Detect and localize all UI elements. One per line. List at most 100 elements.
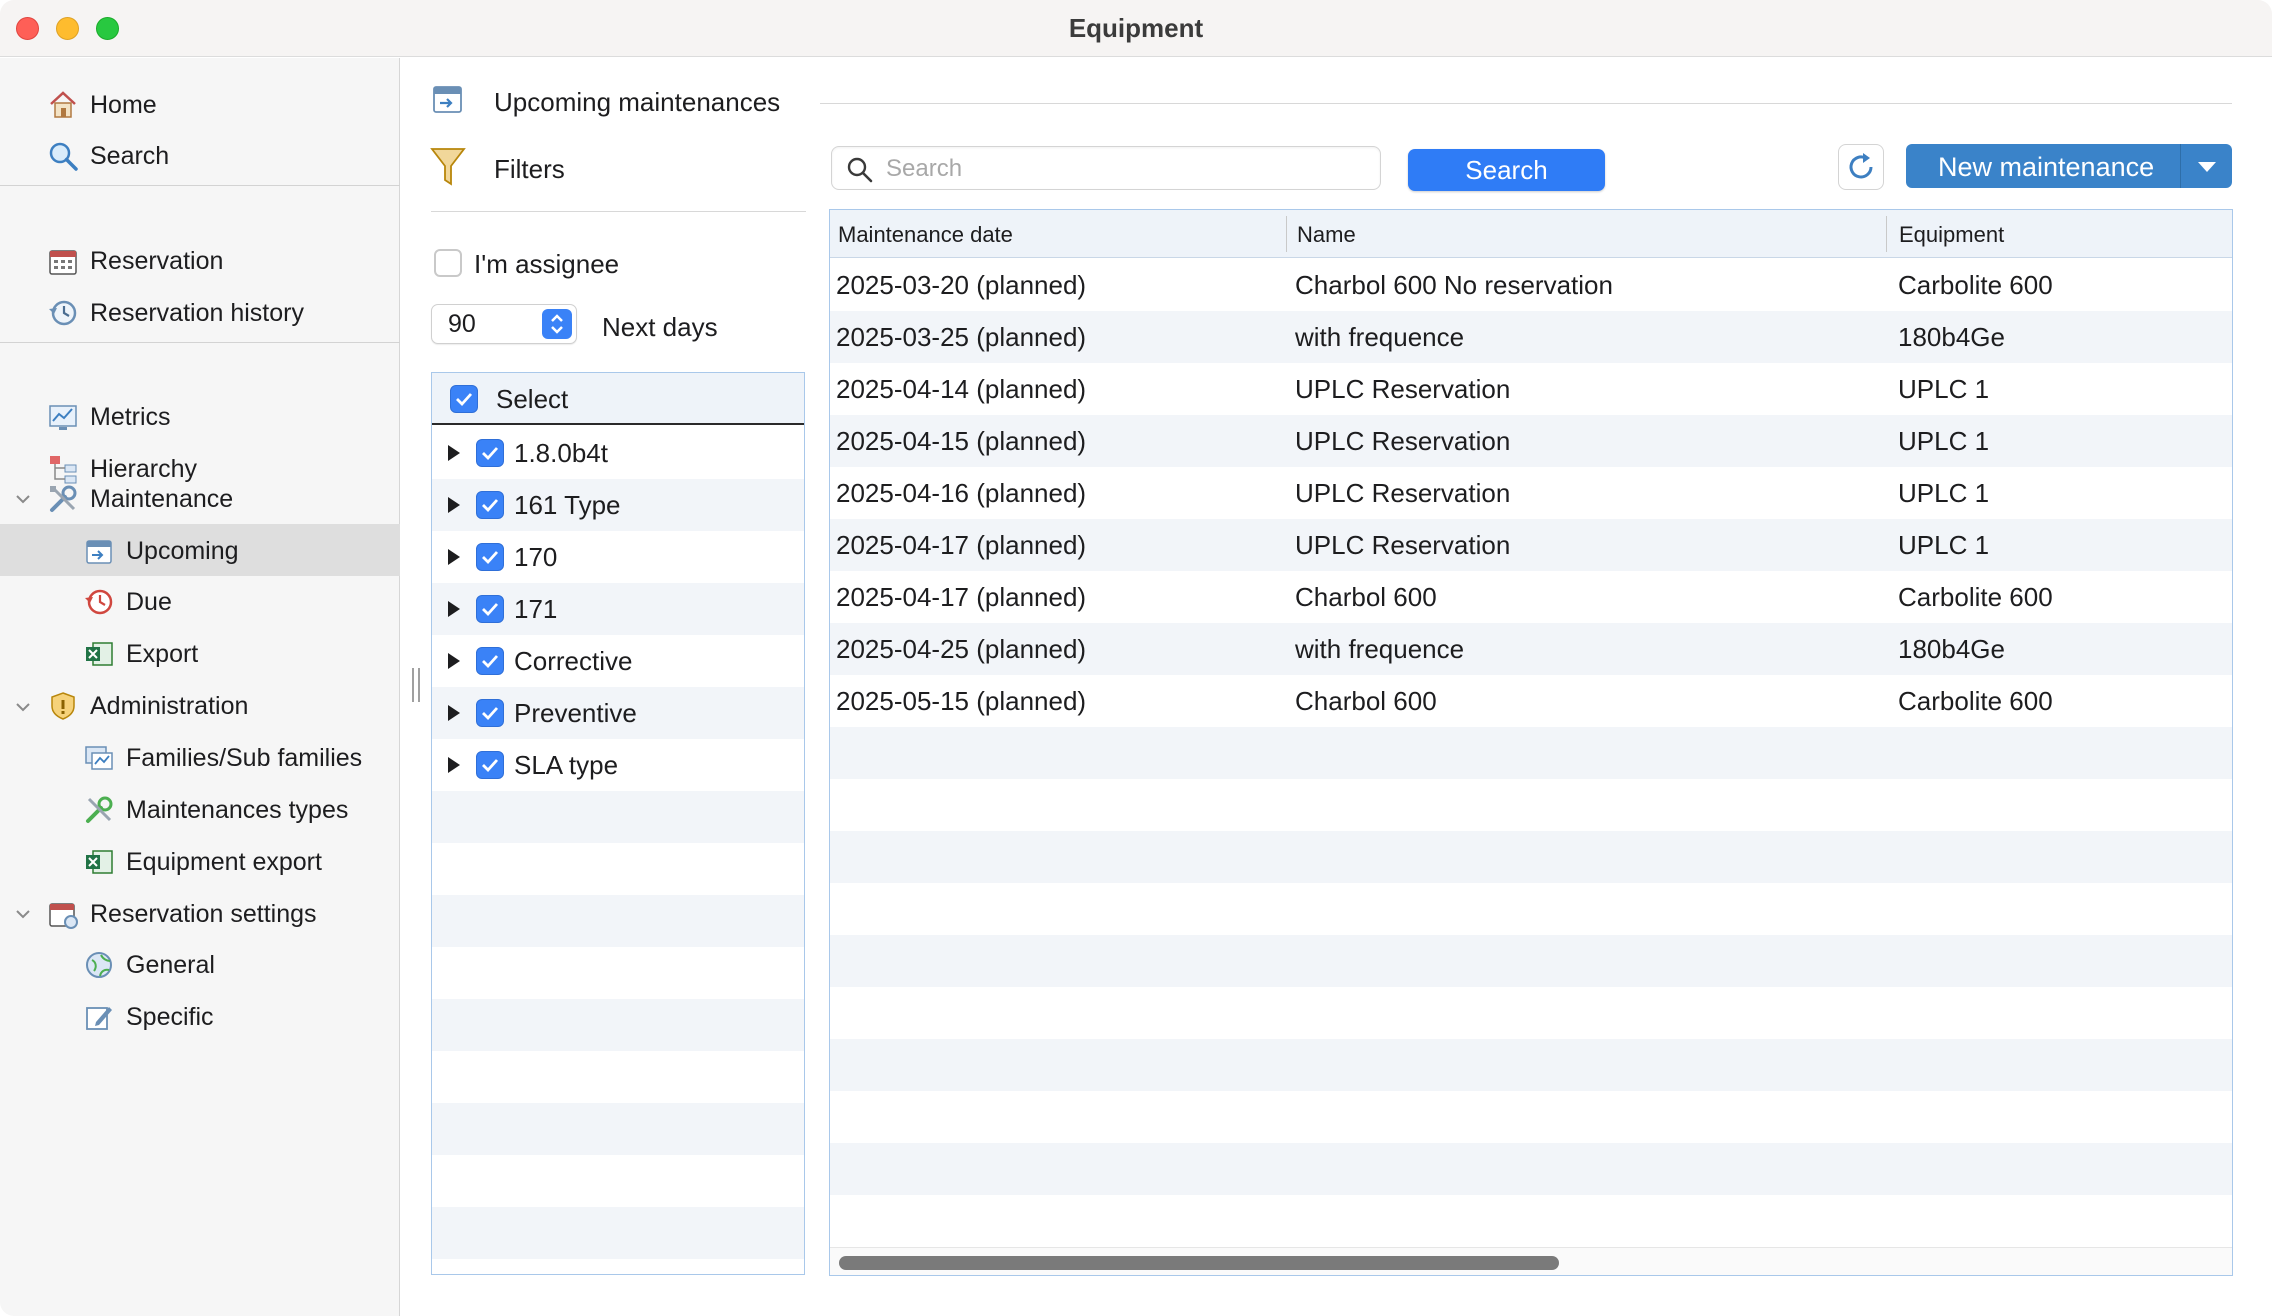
empty-row — [432, 1103, 804, 1155]
sidebar-item-label: Reservation settings — [90, 899, 317, 928]
excel-icon — [82, 637, 116, 671]
type-checkbox[interactable] — [476, 595, 504, 623]
sidebar-item-label: Specific — [126, 1002, 214, 1031]
table-row[interactable]: 2025-04-16 (planned) UPLC Reservation UP… — [830, 467, 2232, 519]
type-checkbox[interactable] — [476, 647, 504, 675]
sidebar-item-administration[interactable]: Administration — [46, 681, 248, 731]
chevron-down-icon[interactable] — [14, 698, 32, 716]
empty-row — [830, 883, 2232, 935]
button-divider — [2180, 144, 2181, 188]
sidebar-item-label: Search — [90, 141, 170, 170]
table-row[interactable]: 2025-03-25 (planned) with frequence 180b… — [830, 311, 2232, 363]
sidebar-item-upcoming[interactable]: Upcoming — [82, 526, 239, 576]
type-label: 1.8.0b4t — [514, 438, 608, 468]
type-checkbox[interactable] — [476, 543, 504, 571]
chevron-down-icon[interactable] — [14, 905, 32, 923]
sidebar-item-equipment-export[interactable]: Equipment export — [82, 837, 322, 887]
tree-row[interactable]: 1.8.0b4t — [432, 427, 804, 479]
shield-icon — [46, 689, 80, 723]
filters-label: Filters — [494, 154, 565, 184]
type-checkbox[interactable] — [476, 699, 504, 727]
table-row[interactable]: 2025-05-15 (planned) Charbol 600 Carboli… — [830, 675, 2232, 727]
filters-divider — [431, 211, 806, 212]
column-divider[interactable] — [1286, 216, 1287, 252]
tree-row[interactable]: Preventive — [432, 687, 804, 739]
sidebar-item-general[interactable]: General — [82, 940, 215, 990]
sidebar-item-label: Families/Sub families — [126, 743, 363, 772]
table-row[interactable]: 2025-04-25 (planned) with frequence 180b… — [830, 623, 2232, 675]
sidebar-item-metrics[interactable]: Metrics — [46, 392, 171, 442]
sidebar-item-search[interactable]: Search — [46, 131, 169, 181]
tree-row[interactable]: 161 Type — [432, 479, 804, 531]
sidebar-item-maintenances-types[interactable]: Maintenances types — [82, 785, 348, 835]
sidebar-item-export[interactable]: Export — [82, 629, 198, 679]
sidebar-item-maintenance[interactable]: Maintenance — [46, 474, 233, 524]
families-icon — [82, 741, 116, 775]
empty-row — [432, 947, 804, 999]
sidebar-item-specific[interactable]: Specific — [82, 992, 214, 1042]
tree-row[interactable]: 171 — [432, 583, 804, 635]
cell-name: UPLC Reservation — [1295, 530, 1511, 560]
empty-row — [830, 935, 2232, 987]
search-icon — [847, 157, 873, 183]
table-row[interactable]: 2025-03-20 (planned) Charbol 600 No rese… — [830, 259, 2232, 311]
type-checkbox[interactable] — [476, 491, 504, 519]
expand-triangle-icon[interactable] — [448, 497, 460, 513]
sidebar-item-reservation[interactable]: Reservation — [46, 236, 223, 286]
cell-equipment: Carbolite 600 — [1898, 270, 2053, 300]
new-maintenance-button[interactable]: New maintenance — [1906, 144, 2232, 188]
tree-header-row: Select — [432, 373, 804, 425]
table-row[interactable]: 2025-04-15 (planned) UPLC Reservation UP… — [830, 415, 2232, 467]
sidebar-splitter-handle[interactable] — [411, 668, 421, 702]
table-row[interactable]: 2025-04-17 (planned) Charbol 600 Carboli… — [830, 571, 2232, 623]
select-all-checkbox[interactable] — [450, 385, 478, 413]
dropdown-arrow-icon[interactable] — [2198, 162, 2216, 172]
sidebar-divider — [0, 342, 400, 343]
tree-row[interactable]: Corrective — [432, 635, 804, 687]
cell-date: 2025-05-15 (planned) — [836, 686, 1087, 716]
search-input[interactable] — [886, 153, 1366, 185]
table-header: Maintenance date Name Equipment — [830, 210, 2232, 258]
expand-triangle-icon[interactable] — [448, 705, 460, 721]
sidebar-item-home[interactable]: Home — [46, 80, 157, 130]
maintenance-type-tree: Select 1.8.0b4t 161 Type 170 171 Correct… — [431, 372, 805, 1275]
horizontal-scrollbar[interactable] — [830, 1247, 2232, 1275]
column-header-equipment[interactable]: Equipment — [1899, 222, 2004, 248]
expand-triangle-icon[interactable] — [448, 445, 460, 461]
tree-row[interactable]: SLA type — [432, 739, 804, 791]
sidebar-item-families[interactable]: Families/Sub families — [82, 733, 362, 783]
type-label: SLA type — [514, 750, 619, 780]
expand-triangle-icon[interactable] — [448, 601, 460, 617]
stepper-arrows-icon[interactable] — [542, 309, 572, 339]
globe-icon — [82, 948, 116, 982]
sidebar-item-label: Export — [126, 639, 199, 668]
table-row[interactable]: 2025-04-17 (planned) UPLC Reservation UP… — [830, 519, 2232, 571]
chevron-down-icon[interactable] — [14, 490, 32, 508]
type-checkbox[interactable] — [476, 751, 504, 779]
sidebar-item-reservation-history[interactable]: Reservation history — [46, 288, 304, 338]
home-icon — [46, 88, 80, 122]
refresh-button[interactable] — [1838, 144, 1884, 190]
cell-name: with frequence — [1295, 322, 1465, 352]
type-checkbox[interactable] — [476, 439, 504, 467]
cell-date: 2025-04-17 (planned) — [836, 530, 1087, 560]
column-header-date[interactable]: Maintenance date — [838, 222, 1013, 248]
sidebar-item-reservation-settings[interactable]: Reservation settings — [46, 889, 317, 939]
tree-row[interactable]: 170 — [432, 531, 804, 583]
header-divider — [820, 103, 2232, 104]
column-header-name[interactable]: Name — [1297, 222, 1356, 248]
column-divider[interactable] — [1886, 216, 1887, 252]
next-days-stepper[interactable]: 90 — [431, 304, 577, 344]
assignee-checkbox[interactable] — [434, 249, 462, 277]
expand-triangle-icon[interactable] — [448, 549, 460, 565]
scrollbar-thumb[interactable] — [839, 1256, 1559, 1270]
cell-equipment: UPLC 1 — [1898, 374, 1990, 404]
sidebar-item-due[interactable]: Due — [82, 577, 172, 627]
expand-triangle-icon[interactable] — [448, 757, 460, 773]
expand-triangle-icon[interactable] — [448, 653, 460, 669]
sidebar-item-label: Administration — [90, 691, 249, 720]
table-row[interactable]: 2025-04-14 (planned) UPLC Reservation UP… — [830, 363, 2232, 415]
search-field[interactable] — [831, 146, 1381, 190]
empty-row — [432, 999, 804, 1051]
search-button[interactable]: Search — [1408, 149, 1605, 191]
